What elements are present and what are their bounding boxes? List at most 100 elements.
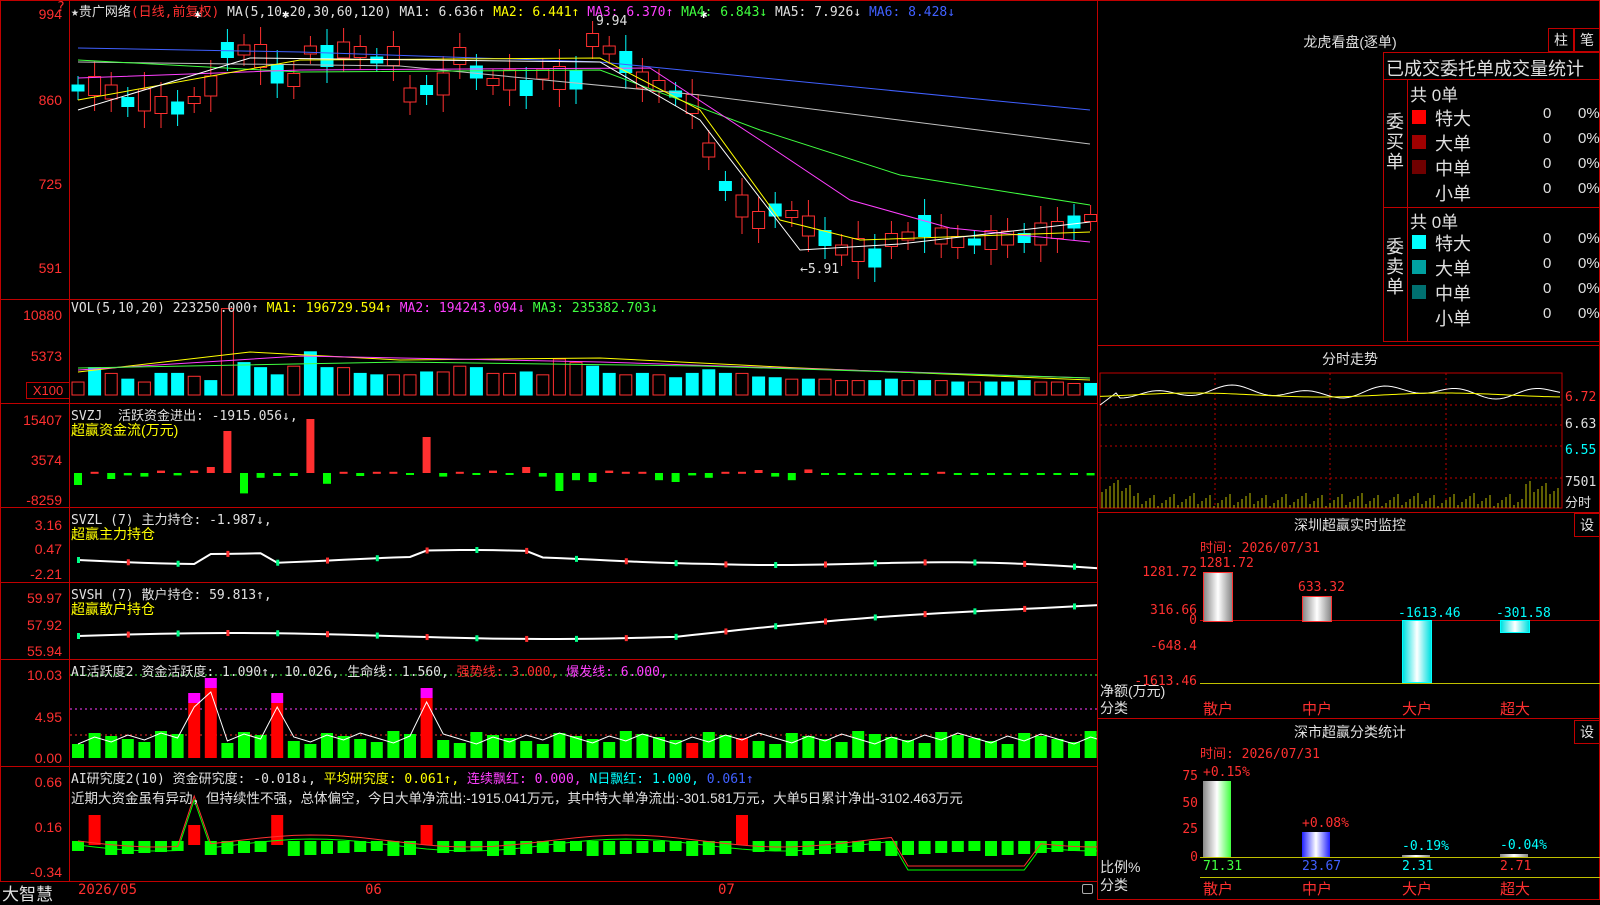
sz-class-change: +0.08% [1302, 815, 1349, 831]
activity-bar [520, 741, 533, 758]
fund-flow-bar [953, 473, 962, 475]
volume-bar [934, 380, 948, 396]
sz-class-y-tick: 75 [1182, 769, 1198, 784]
holding-tick [774, 623, 778, 630]
main-holding-line [77, 549, 1098, 570]
holding-tick [575, 555, 578, 562]
stats-col-divider [1407, 80, 1408, 342]
legend-swatch [1412, 285, 1426, 299]
stock-name[interactable]: 贵广网络 [79, 5, 131, 20]
dragon-stats-header: 已成交委托单成交量统计 [1386, 59, 1584, 79]
ma-line-3 [77, 67, 1091, 243]
fund-flow-bar [356, 473, 365, 476]
holding-tick [425, 547, 429, 554]
sz-class-settings-button[interactable]: 设 [1574, 720, 1600, 744]
activity-bar [204, 688, 217, 758]
legend-swatch [1412, 160, 1426, 174]
sz-monitor-bar [1302, 596, 1332, 622]
legend-swatch [1412, 110, 1426, 124]
sz-monitor-category: 散户 [1203, 701, 1234, 718]
sz-class-value: 23.67 [1302, 859, 1342, 874]
sell-row-name: 中单 [1435, 284, 1471, 304]
sz-class-cat-label: 分类 [1100, 877, 1128, 893]
buy-row-name: 大单 [1435, 134, 1471, 154]
activity-bar [420, 698, 433, 758]
sz-class-bar [1500, 854, 1528, 857]
activity-bar [553, 733, 566, 758]
volume-bar [768, 377, 782, 396]
buy-row-count: 0 [1543, 155, 1552, 172]
lock-icon[interactable] [1082, 884, 1093, 894]
buy-row-pct: 0% [1578, 130, 1600, 147]
volume-bar [353, 372, 367, 396]
candle-body [270, 64, 284, 84]
volume-bar [884, 378, 898, 396]
sell-row-pct: 0% [1578, 230, 1600, 247]
holding-tick [126, 559, 130, 566]
brand-label[interactable]: 大智慧 [2, 880, 53, 905]
research-bar [636, 841, 649, 853]
research-bar [918, 841, 931, 854]
candle-body [220, 42, 234, 58]
intraday-panel[interactable] [1097, 345, 1600, 513]
column-view-button[interactable]: 柱 [1548, 28, 1574, 52]
candle-body [453, 47, 467, 65]
svzl-y-tick: 3.16 [34, 517, 62, 533]
vol-ma1: MA1: 196729.594↑ [266, 301, 392, 316]
ai2-extra: 0.061↑ [706, 772, 754, 787]
fund-flow-bar [123, 473, 132, 476]
sz-class-change: +0.15% [1203, 764, 1250, 780]
sz-class-bar [1402, 854, 1430, 857]
period-label[interactable]: (日线,前复权) [131, 5, 219, 20]
activity-bar [188, 703, 201, 758]
fund-flow-bar [372, 471, 381, 474]
fund-flow-bar [1053, 473, 1062, 475]
sz-monitor-category: 超大 [1500, 701, 1531, 718]
volume-bar [420, 371, 434, 396]
svsh-subtitle: 超赢散户持仓 [71, 601, 155, 617]
activity-bar [1034, 736, 1047, 758]
fund-flow-bar [704, 473, 713, 478]
fund-flow-bar [107, 473, 116, 479]
volume-bar [918, 380, 932, 396]
research-bar [188, 825, 201, 845]
kline-y-tick: 591 [38, 260, 62, 276]
sz-monitor-settings-button[interactable]: 设 [1574, 513, 1600, 537]
sz-monitor-category: 中户 [1302, 701, 1333, 718]
fund-flow-bar [223, 431, 232, 473]
legend-swatch [1412, 135, 1426, 149]
candle-body [735, 194, 749, 218]
tick-view-button[interactable]: 笔 [1574, 28, 1600, 52]
volume-bar [536, 374, 550, 396]
svzl-subtitle: 超赢主力持仓 [71, 526, 155, 542]
activity-bar [702, 732, 715, 758]
research-bar [420, 825, 433, 845]
intraday-tick: 6.72 [1565, 390, 1597, 405]
sz-monitor-bar [1402, 620, 1432, 683]
activity-bar [819, 739, 831, 758]
fund-flow-bar [638, 471, 647, 474]
ma2-value: MA2: 6.441↑ [493, 5, 580, 20]
volume-bar [88, 367, 102, 396]
fund-flow-bar [1036, 473, 1045, 475]
fund-flow-bar [987, 473, 995, 475]
sz-class-category: 超大 [1500, 881, 1531, 898]
volume-bar [403, 374, 417, 396]
volume-bar [270, 374, 284, 396]
base-line [1200, 683, 1600, 684]
ai1-strong-line: 强势线: 3.000, [456, 665, 559, 680]
volume-bar [868, 380, 882, 396]
sz-class-time: 时间: 2026/07/31 [1200, 747, 1320, 762]
sz-monitor-y-tick: 1281.72 [1142, 565, 1197, 580]
ma-line-2 [77, 57, 1091, 241]
volume-bar [818, 378, 832, 396]
svsh-y-tick: 55.94 [26, 643, 62, 659]
candle-body [868, 248, 882, 268]
candle-body [1050, 221, 1064, 239]
candle-body [851, 238, 865, 262]
svzl-y-tick: -2.21 [30, 566, 62, 582]
holding-tick [873, 614, 877, 621]
vol-unit-button[interactable]: X100 [26, 382, 70, 399]
holding-tick [176, 560, 180, 567]
fund-flow-bar [505, 473, 514, 475]
